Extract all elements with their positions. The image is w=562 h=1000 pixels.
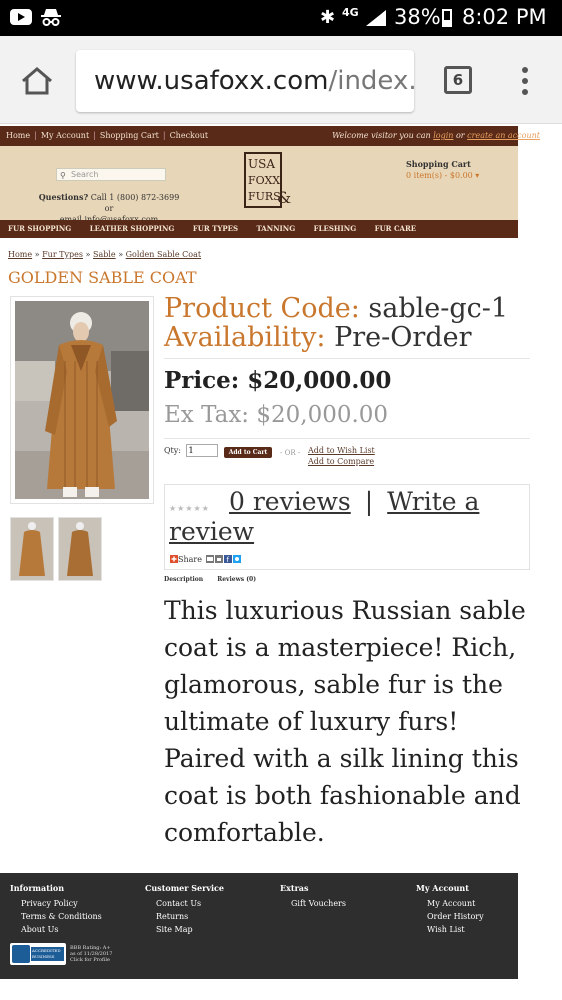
share-plus-icon [170,555,178,563]
quantity-input[interactable] [185,444,218,457]
youtube-icon [10,9,32,25]
bbb-seal-icon [12,945,30,963]
url-path: /index. [328,66,414,96]
add-to-wish-list-link[interactable]: Add to Wish List [308,445,375,456]
footer-link-wish-list[interactable]: Wish List [427,925,484,935]
footer-link-contact-us[interactable]: Contact Us [156,899,224,909]
share-bar[interactable]: Share f [169,555,241,564]
battery-percent: 38% [394,5,441,29]
product-code: Product Code: sable-gc-1 [164,293,509,324]
site-logo[interactable]: USA FOXX FURS & [243,151,291,211]
svg-text:&: & [277,188,291,207]
footer-link-terms[interactable]: Terms & Conditions [21,912,102,922]
footer-column-my-account: My Account My Account Order History Wish… [416,883,484,935]
breadcrumb: Home » Fur Types » Sable » Golden Sable … [8,250,202,259]
welcome-message: Welcome visitor you can login or create … [332,131,540,140]
signal-icon [366,10,386,26]
site-footer: Information Privacy Policy Terms & Condi… [0,873,518,979]
product-meta: Product Code: sable-gc-1 Availability: P… [164,294,508,352]
divider [164,438,530,439]
coat-photo [15,301,149,499]
nav-fur-care[interactable]: FUR CARE [375,224,416,233]
nav-fleshing[interactable]: FLESHING [314,224,357,233]
svg-text:FURS: FURS [248,190,281,203]
email-icon[interactable] [205,555,214,563]
page-title: GOLDEN SABLE COAT [8,268,197,287]
product-thumbnail[interactable] [58,517,102,581]
product-price: Price: $20,000.00 [164,367,392,394]
browser-toolbar: www.usafoxx.com/index. 6 [0,36,562,124]
reviews-count-link[interactable]: 0 reviews [229,487,351,516]
breadcrumb-home[interactable]: Home [8,250,32,259]
product-tabs: Description Reviews (0) [164,576,268,583]
footer-link-order-history[interactable]: Order History [427,912,484,922]
top-nav-shopping-cart[interactable]: Shopping Cart [100,131,159,140]
clock: 8:02 PM [462,5,547,29]
top-nav-home[interactable]: Home [6,131,30,140]
address-bar[interactable]: www.usafoxx.com/index. [76,50,414,112]
footer-link-my-account[interactable]: My Account [427,899,484,909]
create-account-link[interactable]: create an account [467,131,540,140]
twitter-icon[interactable] [232,555,241,563]
rating-stars-icon: ★★★★★ [169,504,210,513]
home-icon[interactable] [20,66,54,96]
nav-fur-types[interactable]: FUR TYPES [193,224,238,233]
network-type: 4G [342,6,359,19]
nav-leather-shopping[interactable]: LEATHER SHOPPING [90,224,175,233]
add-to-compare-link[interactable]: Add to Compare [308,456,375,467]
top-nav-my-account[interactable]: My Account [41,131,89,140]
breadcrumb-sable[interactable]: Sable [93,250,116,259]
tab-description[interactable]: Description [164,576,203,583]
product-description: This luxurious Russian sable coat is a m… [164,596,526,847]
battery-icon [442,9,452,27]
or-separator: - OR - [280,449,301,457]
footer-link-site-map[interactable]: Site Map [156,925,224,935]
print-icon[interactable] [214,555,223,563]
facebook-icon[interactable]: f [223,555,232,563]
top-nav: Home | My Account | Shopping Cart | Checkout W… [0,126,540,146]
add-to-cart-button[interactable]: Add to Cart [224,447,272,458]
nav-fur-shopping[interactable]: FUR SHOPPING [8,224,71,233]
bbb-badge[interactable]: ACCREDITED BUSINESS BBB Rating: A+ as of… [10,943,116,965]
category-nav: FUR SHOPPING LEATHER SHOPPING FUR TYPES … [0,220,518,238]
footer-link-gift-vouchers[interactable]: Gift Vouchers [291,899,346,909]
svg-text:USA: USA [248,157,275,171]
product-links: Add to Wish List Add to Compare [308,445,375,467]
reviews-summary: 0 reviews | Write a review [169,487,480,546]
cart-summary: 0 item(s) - $0.00 ▾ [406,171,480,180]
product-availability: Availability: Pre-Order [164,322,472,353]
footer-gutter [518,873,562,979]
breadcrumb-fur-types[interactable]: Fur Types [42,250,83,259]
footer-link-privacy-policy[interactable]: Privacy Policy [21,899,102,909]
site-header: ⚲ Search Questions? Call 1 (800) 872-369… [0,146,518,224]
footer-column-information: Information Privacy Policy Terms & Condi… [10,883,102,935]
footer-column-customer-service: Customer Service Contact Us Returns Site… [145,883,225,935]
footer-link-about-us[interactable]: About Us [21,925,102,935]
search-input[interactable]: ⚲ Search [56,168,166,181]
header-cart[interactable]: Shopping Cart 0 item(s) - $0.00 ▾ [406,158,479,182]
reviews-box: 0 reviews | Write a review ★★★★★ Share f [164,484,530,570]
breadcrumb-current[interactable]: Golden Sable Coat [126,250,201,259]
footer-link-returns[interactable]: Returns [156,912,224,922]
bluetooth-icon: ✱ [320,7,336,28]
quantity-field: Qty: [164,444,218,457]
search-icon: ⚲ [60,171,66,180]
overflow-menu-icon[interactable] [522,67,528,100]
search-placeholder: Search [71,170,99,179]
svg-text:FOXX: FOXX [248,174,280,187]
top-nav-checkout[interactable]: Checkout [170,131,209,140]
tab-reviews[interactable]: Reviews (0) [217,576,256,583]
nav-tanning[interactable]: TANNING [256,224,295,233]
url-host: www.usafoxx.com [94,66,329,96]
tab-switcher-button[interactable]: 6 [444,66,472,94]
incognito-icon [41,9,61,26]
divider [164,358,530,359]
login-link[interactable]: login [433,131,453,140]
product-main-image[interactable] [10,296,154,504]
footer-column-extras: Extras Gift Vouchers [280,883,346,909]
status-bar: ✱ 4G 38% 8:02 PM [0,0,562,36]
product-ex-tax: Ex Tax: $20,000.00 [164,402,389,428]
product-thumbnail[interactable] [10,517,54,581]
